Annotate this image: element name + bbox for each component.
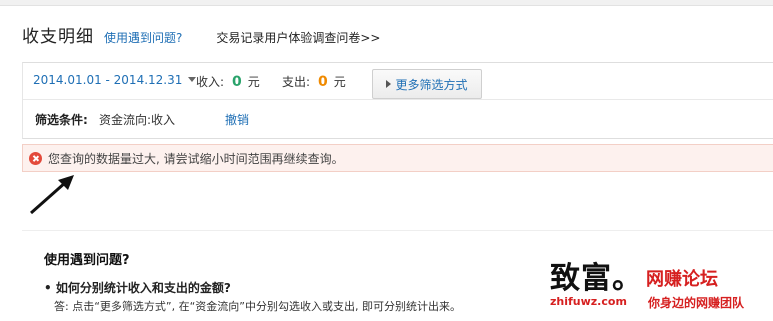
summary-row: 2014.01.01 - 2014.12.31 收入: 0 元 支出: 0 元 更多筛选…: [23, 63, 773, 100]
more-filters-button[interactable]: 更多筛选方式: [372, 69, 482, 99]
alert-message: 您查询的数据量过大, 请尝试缩小时间范围再继续查询。: [48, 151, 344, 166]
watermark-url: zhifuwz.com: [550, 295, 627, 308]
income-unit: 元: [247, 75, 260, 89]
watermark-red-text: 网赚论坛: [646, 269, 718, 290]
date-range-dropdown[interactable]: 2014.01.01 - 2014.12.31: [33, 73, 197, 87]
income-value: 0: [232, 74, 242, 90]
faq-question: • 如何分别统计收入和支出的金额?: [44, 281, 231, 295]
watermark-slogan: 你身边的网赚团队: [648, 296, 745, 310]
expense-stat: 支出: 0 元: [282, 73, 346, 90]
watermark-logo: 致富。 网赚论坛 zhifuwz.com 你身边的网赚团队: [550, 253, 770, 315]
watermark-main-text: 致富。: [550, 261, 643, 296]
top-strip: [0, 0, 773, 6]
more-filters-label: 更多筛选方式: [395, 77, 468, 92]
date-range-label: 2014.01.01 - 2014.12.31: [33, 73, 183, 87]
survey-link[interactable]: 交易记录用户体验调查问卷>>: [216, 29, 380, 46]
expense-label: 支出:: [282, 75, 311, 89]
error-icon: [29, 151, 42, 165]
triangle-right-icon: [386, 80, 392, 88]
arrow-annotation-icon: [30, 175, 74, 215]
expense-unit: 元: [333, 75, 346, 89]
faq-answer: 答: 点击“更多筛选方式”, 在“资金流向”中分别勾选收入或支出, 即可分别统计…: [54, 300, 461, 313]
income-stat: 收入: 0 元: [196, 73, 260, 90]
condition-label: 筛选条件:: [35, 113, 88, 127]
condition-row: 筛选条件: 资金流向:收入 撤销: [23, 99, 773, 137]
help-link[interactable]: 使用遇到问题?: [104, 29, 182, 46]
income-label: 收入:: [196, 75, 225, 89]
condition-value: 资金流向:收入: [99, 113, 176, 127]
section-divider: [22, 230, 773, 231]
filter-panel: 2014.01.01 - 2014.12.31 收入: 0 元 支出: 0 元 更多筛选…: [22, 62, 773, 139]
page-header: 收支明细 使用遇到问题? 交易记录用户体验调查问卷>>: [22, 22, 381, 47]
cancel-filter-link[interactable]: 撤销: [225, 111, 249, 128]
page-title: 收支明细: [22, 27, 94, 47]
expense-value: 0: [318, 74, 328, 90]
faq-title: 使用遇到问题?: [44, 253, 130, 268]
error-alert: 您查询的数据量过大, 请尝试缩小时间范围再继续查询。: [22, 144, 773, 172]
